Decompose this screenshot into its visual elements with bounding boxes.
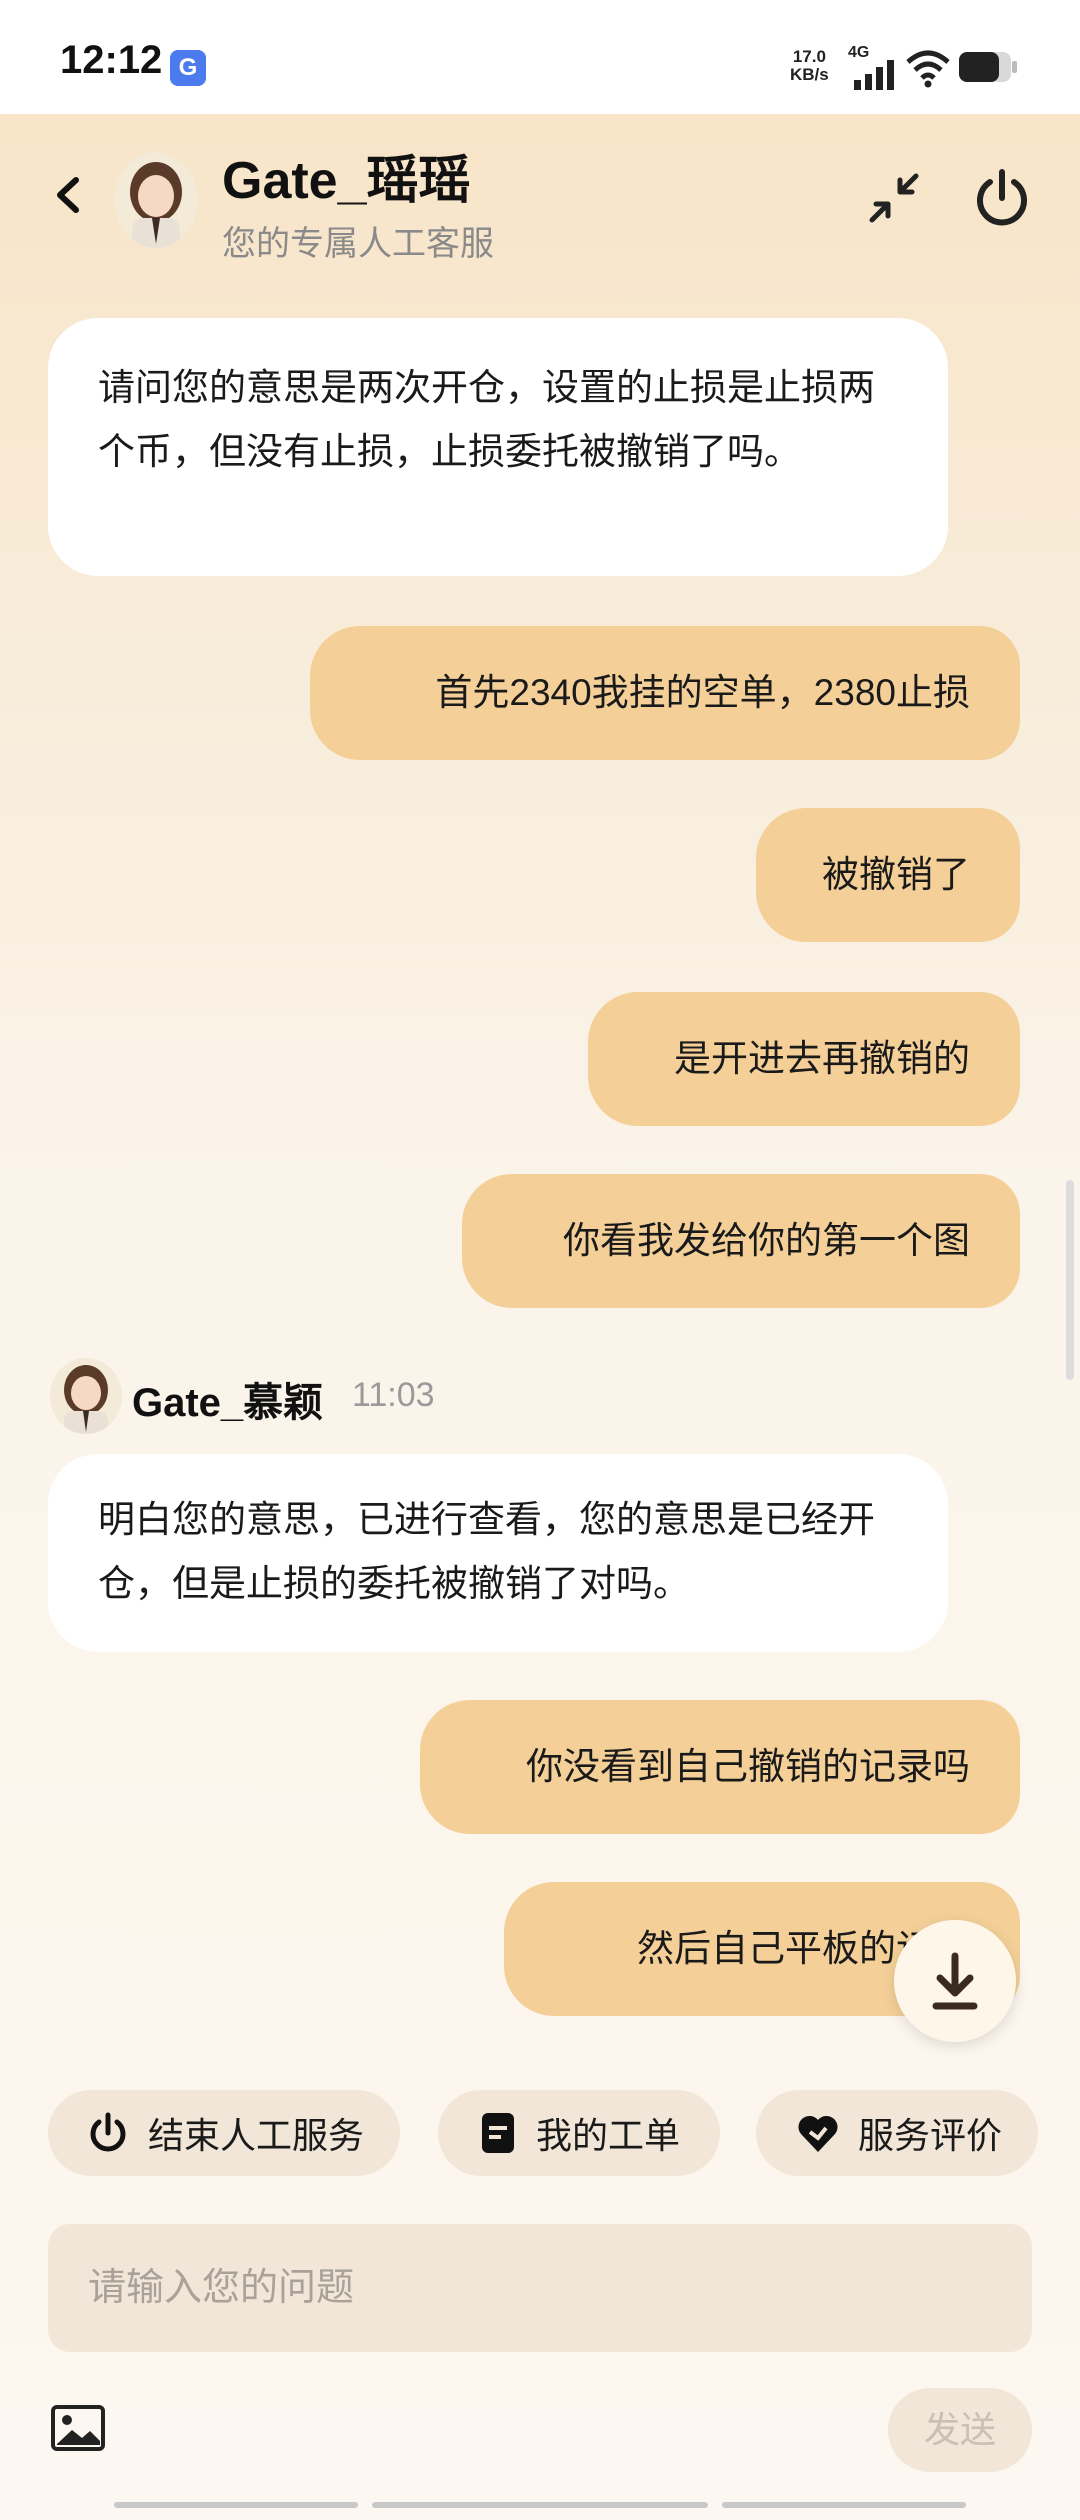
message-text: 请问您的意思是两次开仓，设置的止损是止损两个币，但没有止损，止损委托被撤销了吗。 [98, 367, 875, 472]
message-input-placeholder: 请输入您的问题 [88, 2267, 355, 2309]
heart-icon [798, 2115, 838, 2152]
message-text: 你没看到自己撤销的记录吗 [526, 1746, 970, 1787]
message-text: 是开进去再撤销的 [674, 1038, 970, 1079]
gesture-bar [372, 2502, 708, 2508]
network-speed: 17.0 KB/s [790, 48, 829, 84]
my-tickets-button[interactable]: 我的工单 [438, 2090, 720, 2176]
battery-icon [959, 52, 1017, 82]
status-bar: 12:12 G 17.0 KB/s 4G [0, 0, 1080, 114]
agent-avatar [114, 152, 198, 248]
gesture-bar [722, 2502, 966, 2508]
user-message: 被撤销了 [756, 808, 1020, 942]
service-rating-button[interactable]: 服务评价 [756, 2090, 1038, 2176]
chip-label: 结束人工服务 [148, 2115, 365, 2156]
document-icon [482, 2113, 514, 2153]
network-speed-value: 17.0 [792, 47, 826, 66]
power-icon [90, 2112, 126, 2152]
message-text: 你看我发给你的第一个图 [563, 1220, 970, 1261]
user-message: 你没看到自己撤销的记录吗 [420, 1700, 1020, 1834]
sender-name: Gate_慕颖 [132, 1381, 324, 1425]
minimize-icon[interactable] [864, 168, 924, 228]
page-subtitle: 您的专属人工客服 [222, 225, 494, 263]
scrollbar[interactable] [1066, 1180, 1074, 1380]
user-message: 是开进去再撤销的 [588, 992, 1020, 1126]
message-text: 明白您的意思，已进行查看，您的意思是已经开仓，但是止损的委托被撤销了对吗。 [98, 1499, 875, 1604]
message-timestamp: 11:03 [352, 1376, 435, 1414]
chip-label: 我的工单 [536, 2115, 681, 2156]
user-message: 首先2340我挂的空单，2380止损 [310, 626, 1020, 760]
message-text: 被撤销了 [822, 854, 970, 895]
send-button[interactable]: 发送 [888, 2388, 1032, 2472]
agent-avatar [50, 1358, 122, 1434]
end-service-button[interactable]: 结束人工服务 [48, 2090, 400, 2176]
image-upload-icon[interactable] [50, 2404, 106, 2452]
scroll-to-bottom-button[interactable] [894, 1920, 1016, 2042]
end-session-power-icon[interactable] [970, 166, 1034, 230]
network-speed-unit: KB/s [790, 65, 829, 84]
agent-message: 明白您的意思，已进行查看，您的意思是已经开仓，但是止损的委托被撤销了对吗。 [48, 1454, 948, 1652]
download-icon [932, 1952, 978, 2010]
page-title: Gate_瑶瑶 [222, 152, 471, 210]
app-notification-icon: G [170, 50, 206, 86]
user-message: 你看我发给你的第一个图 [462, 1174, 1020, 1308]
signal-icon [854, 60, 894, 90]
message-text: 首先2340我挂的空单，2380止损 [435, 672, 970, 713]
message-input[interactable]: 请输入您的问题 [48, 2224, 1032, 2352]
agent-message: 请问您的意思是两次开仓，设置的止损是止损两个币，但没有止损，止损委托被撤销了吗。 [48, 318, 948, 576]
status-time: 12:12 [60, 38, 163, 82]
gesture-bar [114, 2502, 358, 2508]
back-button[interactable] [42, 160, 92, 230]
wifi-icon [906, 50, 950, 88]
chip-label: 服务评价 [858, 2115, 1003, 2156]
